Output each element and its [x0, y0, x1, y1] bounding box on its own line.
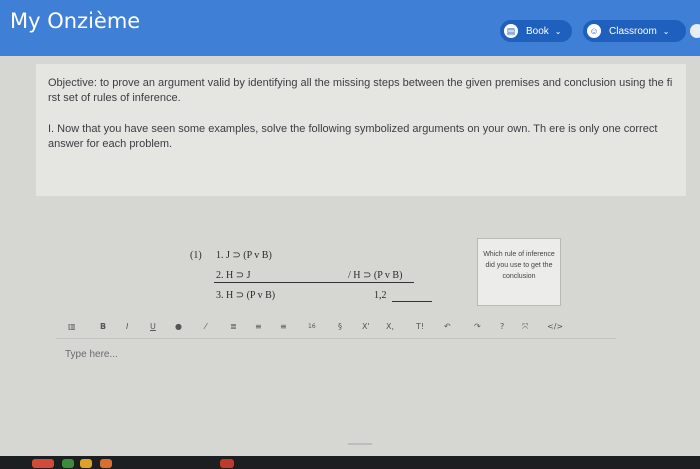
code-view-button[interactable]: </>: [547, 322, 563, 331]
book-label: Book: [526, 25, 549, 37]
magic-icon[interactable]: ⁄: [205, 322, 206, 331]
bold-button[interactable]: B: [100, 322, 106, 331]
answer-editor[interactable]: Type here...: [65, 349, 118, 360]
taskbar: [0, 456, 700, 469]
main-content: Objective: to prove an argument valid by…: [0, 56, 700, 461]
superscript-button[interactable]: X': [362, 322, 370, 331]
step-3: 3. H ⊃ (P v B): [216, 290, 276, 301]
fullscreen-icon[interactable]: ⤧: [522, 322, 528, 332]
classroom-label: Classroom: [609, 25, 657, 37]
underline-button[interactable]: U: [150, 322, 156, 331]
bullet-list-icon[interactable]: ≣: [230, 322, 237, 331]
book-icon: ▤: [504, 24, 518, 38]
help-button[interactable]: ?: [500, 322, 504, 331]
answer-blank[interactable]: [392, 301, 432, 302]
problem-number: (1): [190, 250, 202, 261]
objective-text: Objective: to prove an argument valid by…: [48, 77, 673, 104]
taskbar-app-icon[interactable]: [220, 459, 234, 468]
taskbar-app-icon[interactable]: [80, 459, 92, 468]
redo-icon[interactable]: ↷: [474, 322, 481, 331]
undo-icon[interactable]: ↶: [444, 322, 451, 331]
italic-button[interactable]: I: [126, 322, 128, 331]
conclusion: / H ⊃ (P v B): [348, 270, 403, 281]
chevron-down-icon: ⌄: [554, 26, 562, 36]
justification: 1,2: [374, 290, 387, 301]
taskbar-app-icon[interactable]: [62, 459, 74, 468]
clear-format-button[interactable]: T!: [416, 322, 424, 331]
app-title[interactable]: My Onzième: [10, 9, 140, 33]
premise-2: 2. H ⊃ J: [216, 270, 251, 281]
toolbar-divider: [56, 338, 616, 339]
resize-handle[interactable]: [348, 443, 372, 445]
taskbar-app-icon[interactable]: [100, 459, 112, 468]
premise-1: 1. J ⊃ (P v B): [216, 250, 272, 261]
premise-divider: [214, 282, 414, 283]
font-size-select[interactable]: 16: [308, 323, 316, 330]
objective-card: Objective: to prove an argument valid by…: [36, 64, 686, 196]
profile-avatar[interactable]: [690, 24, 700, 38]
book-button[interactable]: ▤ Book ⌄: [500, 20, 572, 42]
ink-icon[interactable]: ●: [175, 322, 182, 331]
align-icon[interactable]: ≡: [280, 322, 287, 331]
instruction-text: I. Now that you have seen some examples,…: [48, 123, 658, 150]
chevron-down-icon: ⌄: [662, 26, 670, 36]
classroom-button[interactable]: ☺ Classroom ⌄: [583, 20, 686, 42]
paragraph-icon[interactable]: ▥: [68, 322, 76, 331]
special-char-icon[interactable]: §: [338, 322, 342, 331]
taskbar-app-icon[interactable]: [32, 459, 54, 468]
subscript-button[interactable]: X,: [386, 322, 394, 331]
numbered-list-icon[interactable]: ≡: [255, 322, 262, 331]
classroom-icon: ☺: [587, 24, 601, 38]
editor-toolbar: ▥ B I U ● ⁄ ≣ ≡ ≡ 16 § X' X, T! ↶ ↷ ? ⤧ …: [60, 320, 590, 338]
top-bar: My Onzième ▤ Book ⌄ ☺ Classroom ⌄: [0, 0, 700, 56]
hint-box: Which rule of inference did you use to g…: [477, 238, 561, 306]
